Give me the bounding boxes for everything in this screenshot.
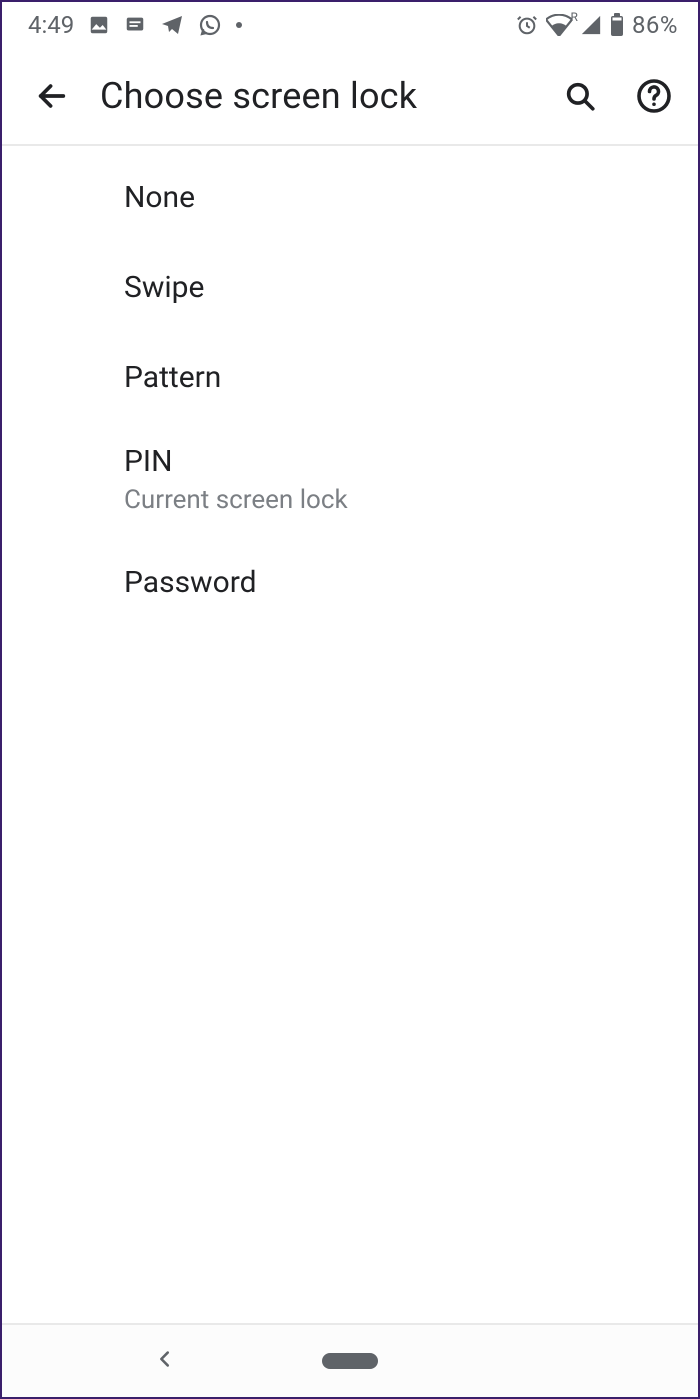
option-label: Pattern [124,360,698,395]
more-notifications-icon [236,22,242,28]
alarm-icon [516,14,538,36]
nav-home-pill[interactable] [322,1353,378,1369]
option-pattern[interactable]: Pattern [2,332,698,422]
option-none[interactable]: None [2,152,698,242]
option-subtitle: Current screen lock [124,485,698,515]
arrow-back-icon [35,79,69,113]
app-bar: Choose screen lock [2,48,698,146]
whatsapp-icon [198,13,222,37]
help-button[interactable] [628,70,680,122]
status-time: 4:49 [28,11,74,39]
cell-signal-icon [580,14,602,36]
search-button[interactable] [554,70,606,122]
messages-icon [124,14,146,36]
chevron-left-icon [154,1348,176,1370]
help-icon [636,78,672,114]
page-title: Choose screen lock [100,75,532,117]
back-button[interactable] [26,70,78,122]
option-label: None [124,180,698,215]
lock-options-list: None Swipe Pattern PIN Current screen lo… [2,146,698,627]
status-left: 4:49 [28,11,242,39]
telegram-icon [160,13,184,37]
option-swipe[interactable]: Swipe [2,242,698,332]
option-label: Swipe [124,270,698,305]
content-area: None Swipe Pattern PIN Current screen lo… [2,146,698,1323]
battery-icon [610,13,624,37]
wifi-icon: R [546,14,572,36]
option-label: Password [124,565,698,600]
status-bar: 4:49 R 86% [2,2,698,48]
nav-bar [2,1323,698,1397]
search-icon [563,79,597,113]
photos-icon [88,14,110,36]
battery-percentage: 86% [632,11,678,39]
option-pin[interactable]: PIN Current screen lock [2,422,698,537]
nav-back-button[interactable] [154,1348,176,1374]
status-right: R 86% [516,11,678,39]
option-label: PIN [124,444,698,479]
option-password[interactable]: Password [2,537,698,627]
